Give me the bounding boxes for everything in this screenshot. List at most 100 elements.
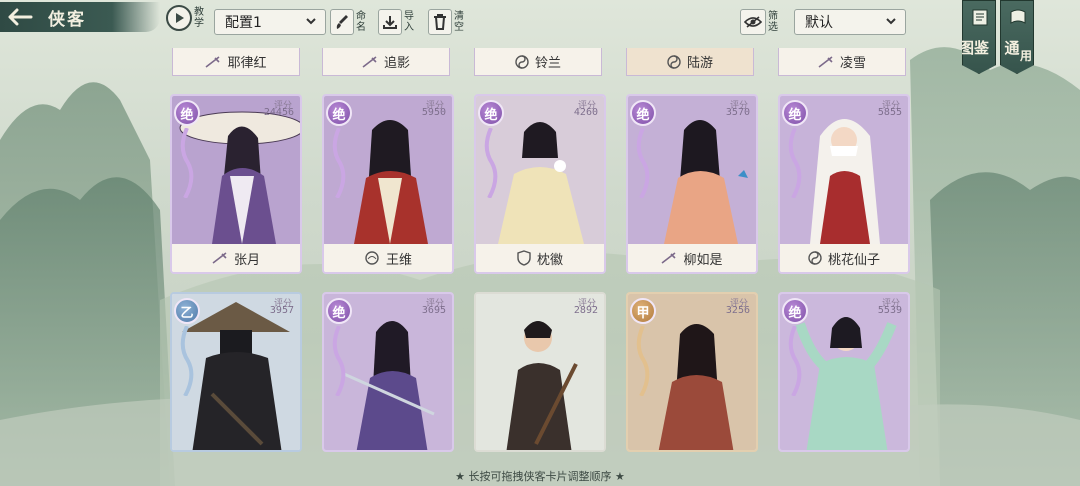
- score-value: 4260: [573, 107, 598, 118]
- taiji-icon: [515, 54, 529, 69]
- grade-badge: 绝: [782, 100, 808, 126]
- rename-button[interactable]: 命名: [330, 9, 368, 35]
- score-value: 3695: [421, 305, 446, 316]
- ribbon-decoration: [332, 128, 346, 198]
- sword-icon: [212, 252, 228, 264]
- character-name: 凌雪: [839, 56, 866, 71]
- chevron-down-icon: [305, 15, 317, 31]
- hero-card[interactable]: 评分 3957 乙: [170, 292, 302, 452]
- score-value: 2892: [573, 305, 598, 316]
- character-name: 铃兰: [534, 56, 561, 71]
- character-name: 王维: [385, 252, 412, 268]
- grade-badge: 绝: [630, 100, 656, 126]
- score-value: 24456: [263, 107, 294, 118]
- card-nametag[interactable]: 铃兰: [474, 48, 602, 76]
- character-name: 桃花仙子: [827, 252, 880, 268]
- ribbon-decoration: [636, 326, 650, 396]
- filter-label: 筛选: [768, 11, 778, 33]
- card-nametag[interactable]: 陆游: [626, 48, 754, 76]
- sort-value: 默认: [805, 15, 833, 31]
- card-nametag[interactable]: 耶律红: [172, 48, 300, 76]
- clear-button[interactable]: 清空: [428, 9, 466, 35]
- score-value: 5950: [421, 107, 446, 118]
- tutorial-label: 教学: [194, 7, 204, 29]
- ribbon-decoration: [332, 326, 346, 396]
- card-namebar: 柳如是: [628, 244, 756, 272]
- character-name: 追影: [383, 56, 410, 71]
- codex-tab[interactable]: 图鉴: [962, 0, 996, 74]
- trash-icon: [428, 9, 452, 35]
- card-namebar: 桃花仙子: [780, 244, 908, 272]
- filter-button[interactable]: 筛选: [740, 9, 780, 35]
- download-icon: [378, 9, 402, 35]
- codex-label: 图鉴: [958, 39, 989, 57]
- back-button[interactable]: 侠客: [0, 2, 160, 32]
- card-nametag[interactable]: 追影: [322, 48, 450, 76]
- ribbon-decoration: [180, 326, 194, 396]
- hero-card[interactable]: 评分 3256 甲: [626, 292, 758, 452]
- hero-card[interactable]: 评分 3695 绝: [322, 292, 454, 452]
- hero-card[interactable]: 评分 5950 绝 王维: [322, 94, 454, 274]
- general-tab[interactable]: 通 用: [1000, 0, 1034, 74]
- ribbon-decoration: [484, 128, 498, 198]
- hero-card[interactable]: 评分 3570 绝 柳如是: [626, 94, 758, 274]
- grade-badge: 乙: [174, 298, 200, 324]
- taiji-icon: [667, 54, 681, 69]
- ribbon-decoration: [788, 128, 802, 198]
- preset-value: 配置1: [225, 15, 262, 31]
- card-namebar: 张月: [172, 244, 300, 272]
- shield-icon: [517, 250, 531, 266]
- page-title: 侠客: [48, 9, 86, 30]
- character-name: 耶律红: [227, 56, 267, 71]
- preset-dropdown[interactable]: 配置1: [214, 9, 326, 35]
- score-value: 5855: [877, 107, 902, 118]
- hero-card[interactable]: 评分 24456 绝 张月: [170, 94, 302, 274]
- hero-card[interactable]: 评分 4260 绝 枕徽: [474, 94, 606, 274]
- brush-icon: [330, 9, 354, 35]
- eye-icon: [740, 9, 766, 35]
- score-value: 5539: [877, 305, 902, 316]
- character-portrait: [476, 294, 604, 450]
- scroll-icon: [1008, 7, 1028, 31]
- ribbon-decoration: [788, 326, 802, 396]
- sort-dropdown[interactable]: 默认: [794, 9, 906, 35]
- character-name: 陆游: [686, 56, 713, 71]
- score-value: 3957: [269, 305, 294, 316]
- hero-card[interactable]: 评分 5855 绝 桃花仙子: [778, 94, 910, 274]
- top-bar: 侠客 教学 配置1 命名 导入 清空 筛选 默认 图鉴 通 用: [0, 0, 1080, 74]
- sword-icon: [818, 55, 834, 68]
- import-button[interactable]: 导入: [378, 9, 416, 35]
- chevron-down-icon: [885, 15, 897, 31]
- hero-card[interactable]: 评分 2892: [474, 292, 606, 452]
- import-label: 导入: [404, 11, 414, 33]
- grade-badge: 绝: [174, 100, 200, 126]
- book-icon: [970, 7, 990, 31]
- sword-icon: [362, 55, 378, 68]
- card-nametag[interactable]: 凌雪: [778, 48, 906, 76]
- score-value: 3256: [725, 305, 750, 316]
- card-namebar: 枕徽: [476, 244, 604, 272]
- grade-badge: 绝: [326, 100, 352, 126]
- character-name: 枕徽: [536, 252, 563, 268]
- clear-label: 清空: [454, 11, 464, 33]
- back-arrow-icon: [0, 2, 40, 32]
- character-name: 柳如是: [683, 252, 723, 268]
- sword-icon: [205, 55, 221, 68]
- grade-badge: 绝: [326, 298, 352, 324]
- lotus-icon: [364, 251, 380, 265]
- sword-icon: [661, 252, 677, 264]
- drag-hint: ★ 长按可拖拽侠客卡片调整顺序 ★: [455, 470, 625, 483]
- play-icon: [166, 5, 192, 31]
- general-sub: 用: [1020, 49, 1033, 63]
- grade-badge: 绝: [782, 298, 808, 324]
- grade-badge: 绝: [478, 100, 504, 126]
- grade-badge: 甲: [630, 298, 656, 324]
- hero-card[interactable]: 评分 5539 绝: [778, 292, 910, 452]
- card-namebar: 王维: [324, 244, 452, 272]
- rename-label: 命名: [356, 11, 366, 33]
- taiji-icon: [808, 251, 822, 265]
- ribbon-decoration: [180, 128, 194, 198]
- tutorial-button[interactable]: 教学: [166, 3, 210, 33]
- character-name: 张月: [233, 252, 260, 268]
- score-value: 3570: [725, 107, 750, 118]
